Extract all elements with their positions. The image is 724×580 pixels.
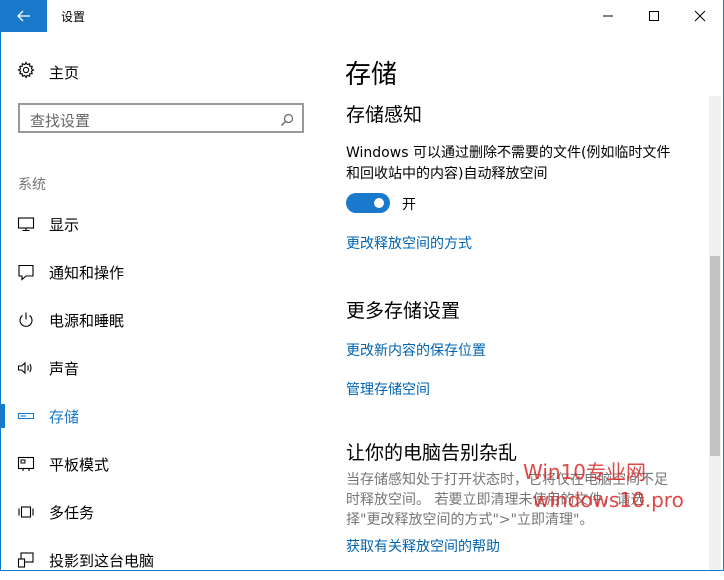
close-button[interactable] xyxy=(677,0,723,32)
change-free-space-link[interactable]: 更改释放空间的方式 xyxy=(346,233,472,253)
storage-icon xyxy=(17,407,35,425)
maximize-button[interactable] xyxy=(631,0,677,32)
toggle-knob xyxy=(374,198,384,208)
sidebar-item-display[interactable]: 显示 xyxy=(1,204,321,244)
sidebar-item-label: 投影到这台电脑 xyxy=(49,552,155,570)
sidebar-item-project-to-pc[interactable]: 投影到这台电脑 xyxy=(1,540,321,580)
active-indicator xyxy=(1,404,5,428)
sidebar-item-label: 电源和睡眠 xyxy=(49,312,125,330)
sidebar-item-multitasking[interactable]: 多任务 xyxy=(1,492,321,532)
storage-sense-description-line1: Windows 可以通过删除不需要的文件(例如临时文件 xyxy=(346,145,671,161)
close-icon xyxy=(694,7,706,26)
sidebar-item-label: 平板模式 xyxy=(49,456,110,474)
maximize-icon xyxy=(648,7,660,26)
gear-icon xyxy=(17,61,35,83)
home-label: 主页 xyxy=(49,63,80,82)
display-icon xyxy=(17,215,35,233)
section-label-system: 系统 xyxy=(18,177,46,193)
declutter-text-line2: 时释放空间。 若要立即清理未使用的文件，请选 xyxy=(346,492,645,508)
page-title: 存储 xyxy=(345,60,398,90)
free-space-help-link[interactable]: 获取有关释放空间的帮助 xyxy=(346,536,500,556)
more-storage-settings-heading: 更多存储设置 xyxy=(346,300,461,322)
sidebar-item-label: 存储 xyxy=(49,408,80,426)
minimize-button[interactable] xyxy=(585,0,631,32)
title-bar: 设置 xyxy=(1,0,723,32)
sidebar-item-label: 通知和操作 xyxy=(49,264,125,282)
sidebar-item-label: 多任务 xyxy=(49,504,95,522)
sidebar-item-storage[interactable]: 存储 xyxy=(1,396,321,436)
power-icon xyxy=(17,311,35,329)
storage-sense-toggle[interactable] xyxy=(346,193,390,213)
sidebar-item-tablet-mode[interactable]: 平板模式 xyxy=(1,444,321,484)
search-icon[interactable] xyxy=(280,112,294,131)
sidebar-item-home[interactable]: 主页 xyxy=(17,60,79,84)
sidebar-item-power[interactable]: 电源和睡眠 xyxy=(1,300,321,340)
storage-sense-heading: 存储感知 xyxy=(346,104,423,126)
declutter-text-line1: 当存储感知处于打开状态时，它将仅在电脑空间不足 xyxy=(346,472,668,488)
tablet-icon xyxy=(17,455,35,473)
sidebar-item-sound[interactable]: 声音 xyxy=(1,348,321,388)
sidebar-item-label: 显示 xyxy=(49,216,80,234)
search-placeholder: 查找设置 xyxy=(30,112,91,130)
toggle-state-label: 开 xyxy=(402,197,416,213)
back-button[interactable] xyxy=(1,0,47,32)
storage-sense-description-line2: 和回收站中的内容)自动释放空间 xyxy=(346,166,548,182)
minimize-icon xyxy=(602,7,614,26)
back-arrow-icon xyxy=(17,7,31,26)
speaker-icon xyxy=(17,359,35,377)
search-input[interactable]: 查找设置 xyxy=(18,103,304,133)
window-title: 设置 xyxy=(61,10,86,24)
sidebar-item-label: 声音 xyxy=(49,360,80,378)
multitask-icon xyxy=(17,503,35,521)
manage-storage-spaces-link[interactable]: 管理存储空间 xyxy=(346,379,430,399)
sidebar-item-notifications[interactable]: 通知和操作 xyxy=(1,252,321,292)
declutter-heading: 让你的电脑告别杂乱 xyxy=(346,442,518,464)
project-icon xyxy=(17,551,35,569)
declutter-text-line3: 择"更改释放空间的方式">"立即清理"。 xyxy=(346,512,594,528)
scrollbar-thumb[interactable] xyxy=(710,256,720,456)
settings-window: 设置 主页 查找设置 系统 显示 通知和操作 电源和睡眠 声音 存储 平板模式 … xyxy=(0,0,724,571)
notification-icon xyxy=(17,263,35,281)
change-save-location-link[interactable]: 更改新内容的保存位置 xyxy=(346,340,486,360)
